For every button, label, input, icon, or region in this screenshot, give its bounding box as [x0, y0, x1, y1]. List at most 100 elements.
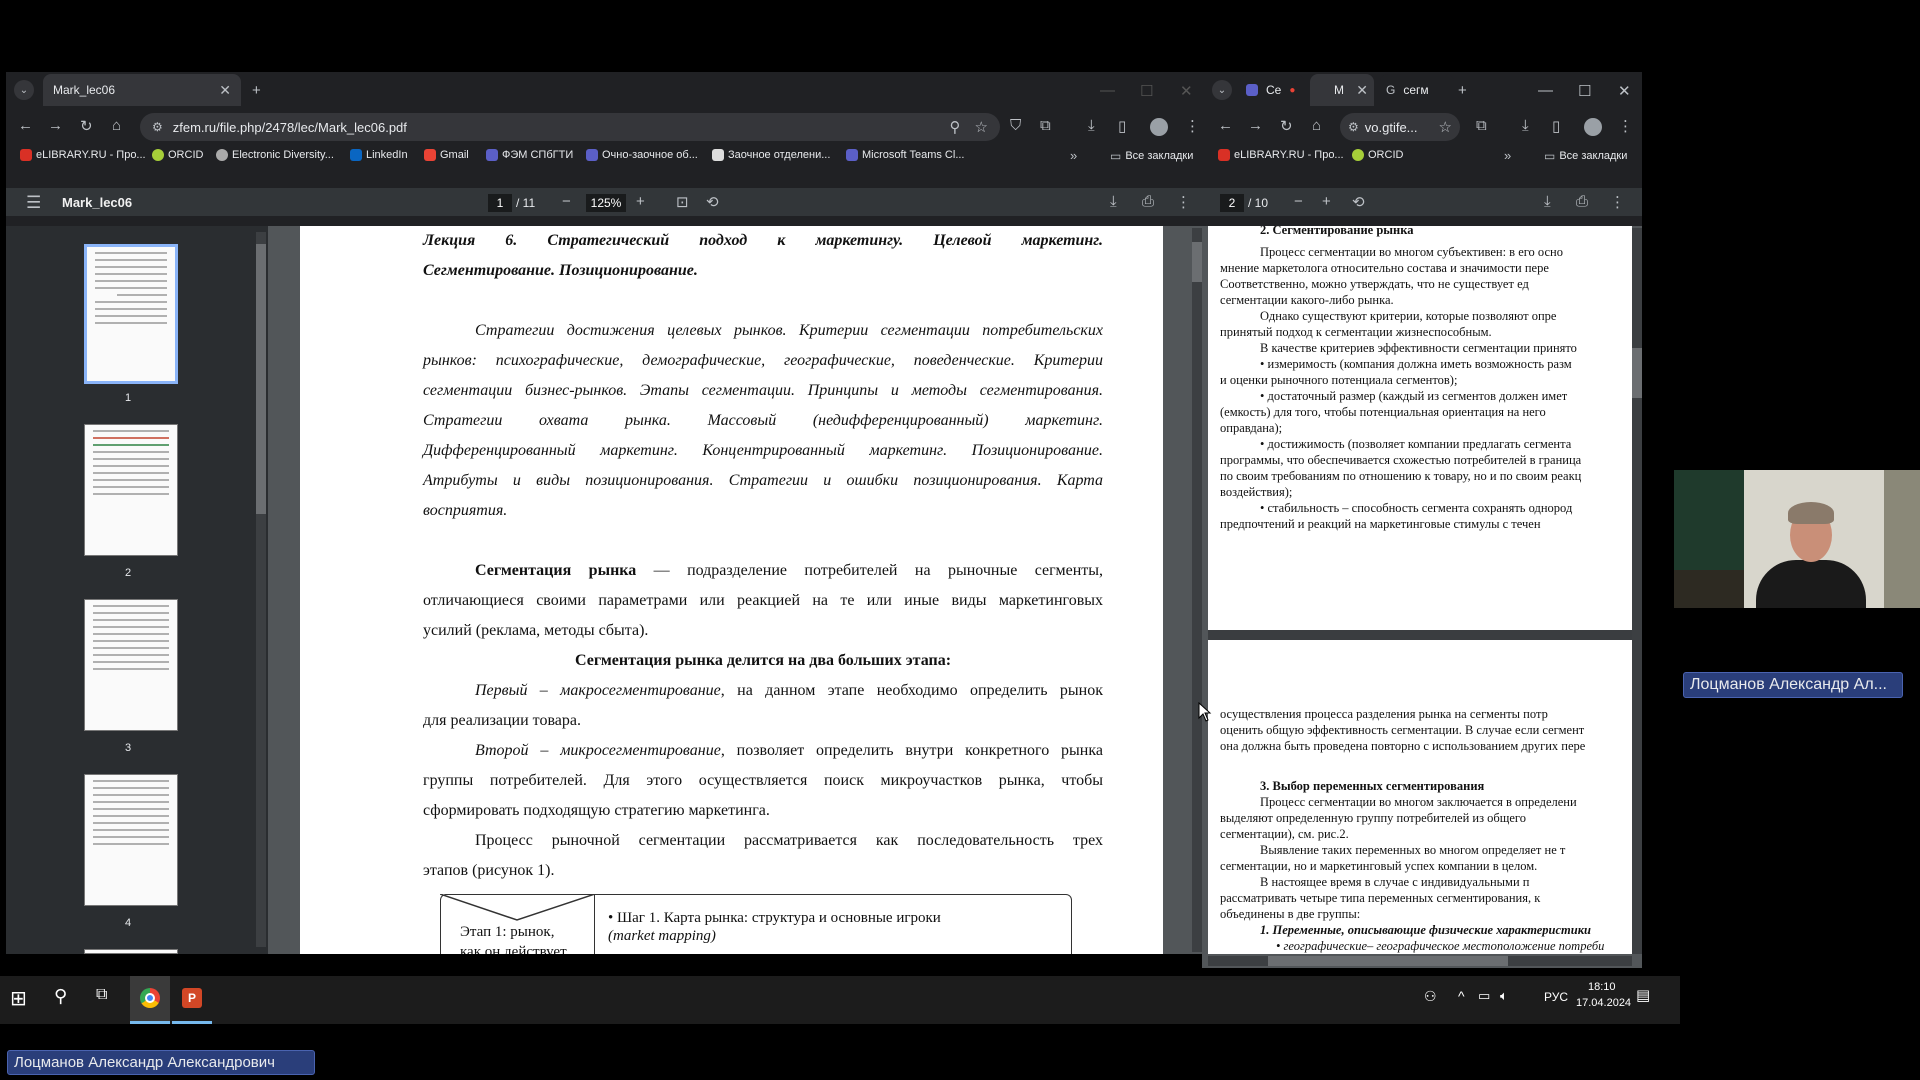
profile-avatar[interactable]	[1584, 118, 1602, 136]
home-icon[interactable]: ⌂	[1312, 117, 1321, 134]
language-indicator[interactable]: РУС	[1544, 990, 1568, 1004]
minimize-icon[interactable]: —	[1100, 82, 1115, 99]
presenter-name-badge: Лоцманов Александр Александрович	[7, 1050, 315, 1075]
maximize-icon[interactable]: ☐	[1578, 82, 1591, 100]
download-icon[interactable]: ⤓	[1088, 117, 1095, 134]
people-icon[interactable]: ⚇	[1424, 988, 1437, 1005]
more-bookmarks-icon[interactable]: »	[1504, 148, 1511, 163]
bookmark-item[interactable]: eLIBRARY.RU - Про...	[1218, 149, 1344, 161]
abstract-line: Атрибуты и виды позиционирования. Страте…	[423, 472, 1103, 489]
zoom-level-input[interactable]: 125%	[586, 194, 626, 212]
thumbnail-page-1[interactable]	[84, 244, 178, 384]
thumbnail-page-4[interactable]	[84, 774, 178, 906]
volume-icon[interactable]: 🔈︎	[1500, 988, 1508, 1004]
bookmark-item[interactable]: Очно-заочное об...	[586, 149, 698, 161]
extensions-icon[interactable]: ⧉	[1040, 117, 1051, 134]
search-icon[interactable]: ⚲	[54, 986, 67, 1007]
tab-teams[interactable]: Се ●	[1240, 74, 1304, 106]
sidepanel-icon[interactable]: ▯	[1552, 117, 1560, 135]
bookmark-item[interactable]: Gmail	[424, 149, 469, 161]
bookmark-item[interactable]: Electronic Diversity...	[216, 149, 334, 161]
sidebar-scrollbar[interactable]	[256, 232, 266, 947]
task-view-icon[interactable]: ⧉	[96, 986, 107, 1004]
site-info-icon[interactable]: ⚙	[152, 120, 163, 134]
thumbnail-page-2[interactable]	[84, 424, 178, 556]
network-icon[interactable]: ▭	[1478, 988, 1490, 1004]
scrollbar-track-left[interactable]	[1194, 228, 1204, 952]
chrome-taskbar-button[interactable]	[130, 976, 170, 1024]
profile-avatar[interactable]	[1150, 118, 1168, 136]
print-icon[interactable]: ⎙	[1142, 193, 1154, 210]
bookmark-item[interactable]: LinkedIn	[350, 149, 408, 161]
menu-icon[interactable]: ⋮	[1618, 117, 1633, 135]
print-icon[interactable]: ⎙	[1576, 193, 1588, 210]
home-icon[interactable]: ⌂	[112, 117, 121, 134]
tab-active[interactable]: М ✕	[1310, 74, 1374, 106]
fit-page-icon[interactable]: ⊡	[676, 193, 689, 211]
page-number-input[interactable]: 2	[1220, 194, 1244, 212]
pdf-menu-icon[interactable]: ⋮	[1176, 193, 1191, 211]
shield-icon[interactable]: ⛉	[1010, 117, 1021, 134]
bookmark-item[interactable]: Заочное отделени...	[712, 149, 830, 161]
forward-icon[interactable]: →	[1248, 117, 1263, 134]
zoom-in-icon[interactable]: +	[636, 193, 645, 210]
bookmark-star-icon[interactable]: ☆	[1439, 118, 1452, 136]
show-hidden-icons[interactable]: ^	[1458, 988, 1465, 1004]
windows-start-icon[interactable]: ⊞	[10, 986, 27, 1011]
vertical-scrollbar[interactable]	[1632, 228, 1642, 954]
clock-time[interactable]: 18:10	[1588, 981, 1616, 993]
lecture-title-2: Сегментирование. Позиционирование.	[423, 262, 698, 279]
bookmark-item[interactable]: ORCID	[152, 149, 203, 161]
tab-search-icon[interactable]: ⌄	[14, 80, 34, 100]
bookmark-star-icon[interactable]: ☆	[975, 118, 988, 136]
hamburger-icon[interactable]: ☰	[26, 193, 41, 213]
window-close-icon[interactable]: ✕	[1618, 82, 1631, 100]
bookmark-item[interactable]: Microsoft Teams Cl...	[846, 149, 965, 161]
close-icon[interactable]: ✕	[1356, 82, 1368, 99]
horizontal-scrollbar[interactable]	[1208, 956, 1632, 966]
text-line: Процесс сегментации во многом заключаетс…	[1260, 795, 1577, 809]
window-close-icon[interactable]: ✕	[1180, 82, 1193, 100]
notifications-icon[interactable]: ▤	[1636, 986, 1650, 1004]
tab-search-icon[interactable]: ⌄	[1212, 80, 1232, 100]
pdf-download-icon[interactable]: ⤓	[1544, 193, 1551, 210]
sidepanel-icon[interactable]: ▯	[1118, 117, 1126, 135]
zoom-in-icon[interactable]: +	[1322, 193, 1331, 210]
thumbnail-page-3[interactable]	[84, 599, 178, 731]
pdf-menu-icon[interactable]: ⋮	[1610, 193, 1625, 211]
bookmark-item[interactable]: ФЭМ СПбГТИ	[486, 149, 573, 161]
menu-icon[interactable]: ⋮	[1185, 117, 1200, 135]
zoom-out-icon[interactable]: −	[1294, 193, 1303, 210]
zoom-icon[interactable]: ⚲	[950, 118, 961, 136]
maximize-icon[interactable]: ☐	[1140, 82, 1153, 100]
pdf-download-icon[interactable]: ⤓	[1110, 193, 1117, 210]
tab-search[interactable]: G сегм	[1380, 74, 1454, 106]
reload-icon[interactable]: ↻	[80, 117, 93, 135]
new-tab-icon[interactable]: +	[1458, 82, 1467, 99]
powerpoint-taskbar-button[interactable]: P	[172, 976, 212, 1024]
address-bar[interactable]: ⚙ vo.gtife... ☆	[1340, 113, 1460, 141]
more-bookmarks-icon[interactable]: »	[1070, 148, 1077, 163]
bookmark-item[interactable]: ORCID	[1352, 149, 1403, 161]
minimize-icon[interactable]: —	[1538, 82, 1553, 99]
download-icon[interactable]: ⤓	[1522, 117, 1529, 134]
back-icon[interactable]: ←	[1218, 117, 1233, 134]
rotate-icon[interactable]: ⟲	[1352, 193, 1365, 211]
rotate-icon[interactable]: ⟲	[706, 193, 719, 211]
address-bar[interactable]: ⚙ zfem.ru/file.php/2478/lec/Mark_lec06.p…	[140, 113, 1000, 141]
all-bookmarks[interactable]: ▭ Все закладки	[1110, 149, 1193, 163]
extensions-icon[interactable]: ⧉	[1476, 117, 1487, 134]
tab-mark-lec06[interactable]: Mark_lec06 ✕	[43, 74, 241, 106]
forward-icon[interactable]: →	[48, 117, 63, 134]
all-bookmarks[interactable]: ▭ Все закладки	[1544, 149, 1627, 163]
reload-icon[interactable]: ↻	[1280, 117, 1293, 135]
new-tab-icon[interactable]: +	[252, 82, 261, 99]
page-number-input[interactable]: 1	[488, 194, 512, 212]
site-info-icon[interactable]: ⚙	[1348, 120, 1359, 134]
bookmark-item[interactable]: eLIBRARY.RU - Про...	[20, 149, 146, 161]
close-icon[interactable]: ✕	[219, 82, 231, 99]
thumbnail-page-5[interactable]	[84, 949, 178, 954]
zoom-out-icon[interactable]: −	[562, 193, 571, 210]
back-icon[interactable]: ←	[18, 117, 33, 134]
clock-date[interactable]: 17.04.2024	[1576, 997, 1631, 1009]
